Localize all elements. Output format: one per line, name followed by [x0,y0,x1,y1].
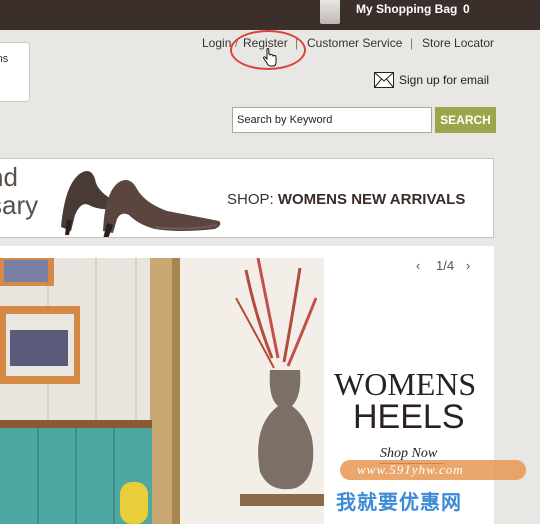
carousel-position: 1/4 [436,258,455,273]
top-bar [0,0,540,30]
customer-service-link[interactable]: Customer Service [307,36,402,50]
hand-cursor-icon [262,48,277,67]
search-button[interactable]: SEARCH [435,107,496,133]
envelope-icon [374,72,394,88]
logo-text: rns [0,53,9,65]
nav-separator: | [410,36,414,50]
chevron-left-icon[interactable]: ‹ [416,258,420,273]
search-input[interactable] [232,107,432,133]
logo[interactable]: rns [0,42,30,102]
bag-count: 0 [463,2,470,16]
shopping-bag-link[interactable]: My Shopping Bag [356,2,457,16]
chevron-right-icon[interactable]: › [466,258,470,273]
hero-title-heels: HEELS [353,398,465,436]
email-signup-label: Sign up for email [399,73,490,87]
promo-left-line: sary [0,190,39,220]
watermark-url: www.591yhw.com [357,462,464,477]
login-link[interactable]: Login [202,36,231,50]
promo-left-text: nd sary [0,163,38,219]
hero-photo [0,258,324,524]
promo-left-line: nd [0,162,18,192]
shopping-bag-icon[interactable] [320,0,340,24]
shoes-image [61,171,221,237]
promo-banner[interactable]: nd sary SHOP: WOMENS NEW ARRIVALS [0,158,494,238]
promo-shop-prefix: SHOP: [227,191,274,208]
store-locator-link[interactable]: Store Locator [422,36,494,50]
promo-shop-title: WOMENS NEW ARRIVALS [277,191,466,208]
watermark-text: 我就要优惠网 [336,492,462,514]
promo-shop-text[interactable]: SHOP: WOMENS NEW ARRIVALS [227,191,465,208]
